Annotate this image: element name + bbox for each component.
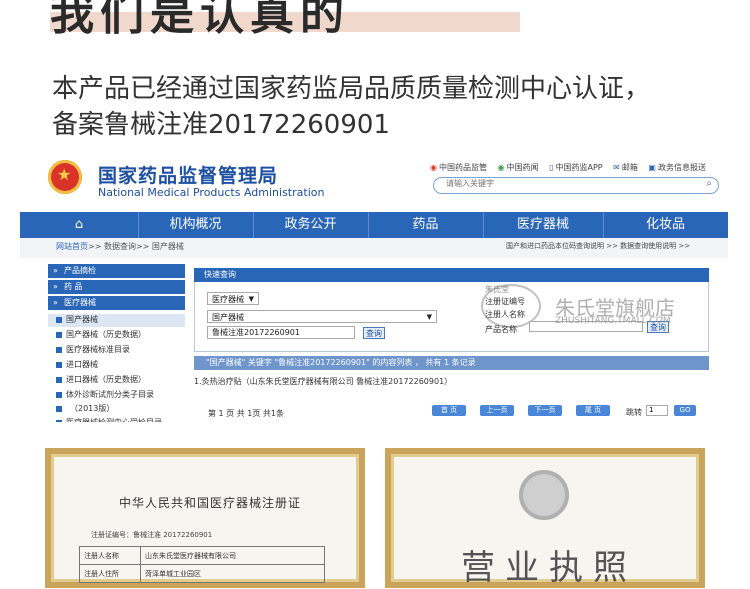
nav-item-org[interactable]: 机构概况 — [138, 212, 254, 238]
sidebar-item-ivd-catalog-year: （2013版） — [48, 403, 185, 414]
prev-page-button[interactable]: 上一页 — [480, 405, 514, 416]
description-line-2: 备案鲁械注准20172260901 — [52, 110, 390, 140]
help-links[interactable]: 国产和进口药品本位码查询说明 >> 数据查询使用说明 >> — [506, 241, 690, 251]
table-cell-label: 注册人住所 — [79, 564, 141, 583]
table-row: 注册人名称 山东朱氏堂医疗器械有限公司 — [79, 546, 325, 565]
sidebar-item-ivd-catalog[interactable]: 体外诊断试剂分类子目录 — [48, 389, 185, 400]
sidebar-item-domestic-devices[interactable]: 国产器械 — [48, 314, 185, 327]
wechat-icon: ◉ — [497, 163, 505, 172]
registration-certificate: 中华人民共和国医疗器械注册证 注册证编号：鲁械注准 20172260901 注册… — [45, 448, 365, 588]
watermark-seal-text: 朱氏堂 — [485, 285, 509, 294]
table-cell-value: 山东朱氏堂医疗器械有限公司 — [140, 546, 325, 565]
breadcrumb: 网站首页>> 数据查询>> 国产器械 — [56, 241, 184, 252]
sidebar-item-testing-center[interactable]: 医疗器械检测中心受检目录 — [48, 417, 185, 422]
quick-search-body: 医疗器械 ▼ 国产器械 ▼ 鲁械注准20172260901 查询 朱氏堂 注册证编号… — [194, 282, 709, 352]
search-icon[interactable]: ⌕ — [706, 178, 712, 189]
phone-icon: ▯ — [549, 163, 554, 172]
agency-name-cn: 国家药品监督管理局 — [98, 165, 279, 187]
result-row[interactable]: 1.灸热治疗贴（山东朱氏堂医疗器械有限公司 鲁械注准20172260901） — [194, 376, 452, 387]
sidebar-head-devices[interactable]: 医疗器械 — [48, 296, 185, 310]
main-nav: ⌂ 机构概况 政务公开 药品 医疗器械 化妆品 — [20, 212, 728, 238]
quick-search-button[interactable]: 查询 — [363, 327, 385, 339]
site-search-input[interactable] — [446, 179, 676, 188]
last-page-button[interactable]: 尾 页 — [576, 405, 610, 416]
table-cell-label: 注册人名称 — [79, 546, 141, 565]
watermark-url: ZHUSHITANG.TMALL.COM — [555, 316, 671, 326]
headline: 我们是认真的 — [50, 0, 350, 40]
site-header: 国家药品监督管理局 National Medical Products Admi… — [20, 150, 728, 210]
nav-item-gov[interactable]: 政务公开 — [253, 212, 369, 238]
sidebar-head-drugs[interactable]: 药 品 — [48, 280, 185, 294]
license-title: 营业执照 — [461, 548, 637, 588]
sidebar-item-standards[interactable]: 医疗器械标准目录 — [48, 344, 185, 355]
sidebar: 产品摘检 药 品 医疗器械 国产器械 国产器械（历史数据） 医疗器械标准目录 进… — [48, 262, 185, 422]
label-product-name: 产品名称 — [485, 325, 517, 334]
certificate-title: 中华人民共和国医疗器械注册证 — [119, 496, 302, 510]
query-panel: 快速查询 医疗器械 ▼ 国产器械 ▼ 鲁械注准20172260901 查询 朱氏堂 … — [194, 266, 714, 422]
dropdown-arrow-icon: ▼ — [426, 313, 432, 321]
label-cert-number: 注册证编号 — [485, 297, 525, 306]
table-row: 注册人住所 菏泽单城工业园区 — [79, 564, 325, 583]
label-registrant: 注册人名称 — [485, 310, 525, 319]
sidebar-item-imported-devices[interactable]: 进口器械 — [48, 359, 185, 370]
sidebar-head-products[interactable]: 产品摘检 — [48, 264, 185, 278]
nmpa-website-screenshot: 国家药品监督管理局 National Medical Products Admi… — [20, 150, 728, 422]
top-link[interactable]: ◉ 中国药品监管 — [430, 163, 487, 172]
dropdown-arrow-icon: ▼ — [248, 295, 254, 303]
breadcrumb-rest: >> 数据查询>> 国产器械 — [88, 242, 184, 251]
report-icon: ▣ — [648, 163, 656, 172]
national-emblem-icon — [48, 160, 82, 194]
next-page-button[interactable]: 下一页 — [528, 405, 562, 416]
table-cell-value: 菏泽单城工业园区 — [140, 564, 325, 583]
go-button[interactable]: GO — [674, 405, 696, 416]
certificate-table: 注册人名称 山东朱氏堂医疗器械有限公司 注册人住所 菏泽单城工业园区 — [79, 546, 325, 583]
weibo-icon: ◉ — [430, 163, 437, 172]
result-summary: "国产器械" 关键字 "鲁械注准20172260901" 的内容列表 ， 共有 … — [194, 356, 709, 370]
first-page-button[interactable]: 首 页 — [432, 405, 466, 416]
site-search-box: ⌕ — [433, 177, 719, 194]
home-icon: ⌂ — [74, 217, 84, 232]
subcategory-select[interactable]: 国产器械 ▼ — [207, 310, 437, 323]
sidebar-item-domestic-history[interactable]: 国产器械（历史数据） — [48, 329, 185, 340]
nav-item-devices[interactable]: 医疗器械 — [483, 212, 604, 238]
certificate-number: 注册证编号：鲁械注准 20172260901 — [91, 531, 213, 539]
nav-home[interactable]: ⌂ — [20, 212, 139, 238]
jump-label: 跳转 — [626, 408, 642, 417]
description-line-1: 本产品已经通过国家药监局品质质量检测中心认证， — [52, 74, 651, 104]
category-select[interactable]: 医疗器械 ▼ — [207, 292, 259, 305]
sub-nav: 网站首页>> 数据查询>> 国产器械 国产和进口药品本位码查询说明 >> 数据查… — [20, 238, 728, 258]
top-link[interactable]: ▣ 政务信息报送 — [648, 163, 706, 172]
sidebar-item-imported-history[interactable]: 进口器械（历史数据） — [48, 374, 185, 385]
quick-search-title: 快速查询 — [194, 268, 709, 282]
jump-page-input[interactable]: 1 — [646, 405, 668, 416]
nav-item-cosmetics[interactable]: 化妆品 — [603, 212, 728, 238]
top-link[interactable]: ✉ 邮箱 — [613, 163, 638, 172]
top-link[interactable]: ▯ 中国药监APP — [549, 163, 603, 172]
breadcrumb-home[interactable]: 网站首页 — [56, 242, 88, 251]
nav-item-drugs[interactable]: 药品 — [368, 212, 484, 238]
mail-icon: ✉ — [613, 163, 620, 172]
keyword-input[interactable]: 鲁械注准20172260901 — [207, 326, 355, 339]
business-license: 营业执照 — [385, 448, 705, 588]
top-links: ◉ 中国药品监管 ◉ 中国药闻 ▯ 中国药监APP ✉ 邮箱 ▣ 政务信息报送 — [430, 162, 714, 173]
agency-name-en: National Medical Products Administration — [98, 186, 325, 199]
top-link[interactable]: ◉ 中国药闻 — [498, 163, 539, 172]
pager-info: 第 1 页 共 1页 共1条 — [208, 409, 284, 418]
license-emblem-icon — [519, 470, 569, 520]
